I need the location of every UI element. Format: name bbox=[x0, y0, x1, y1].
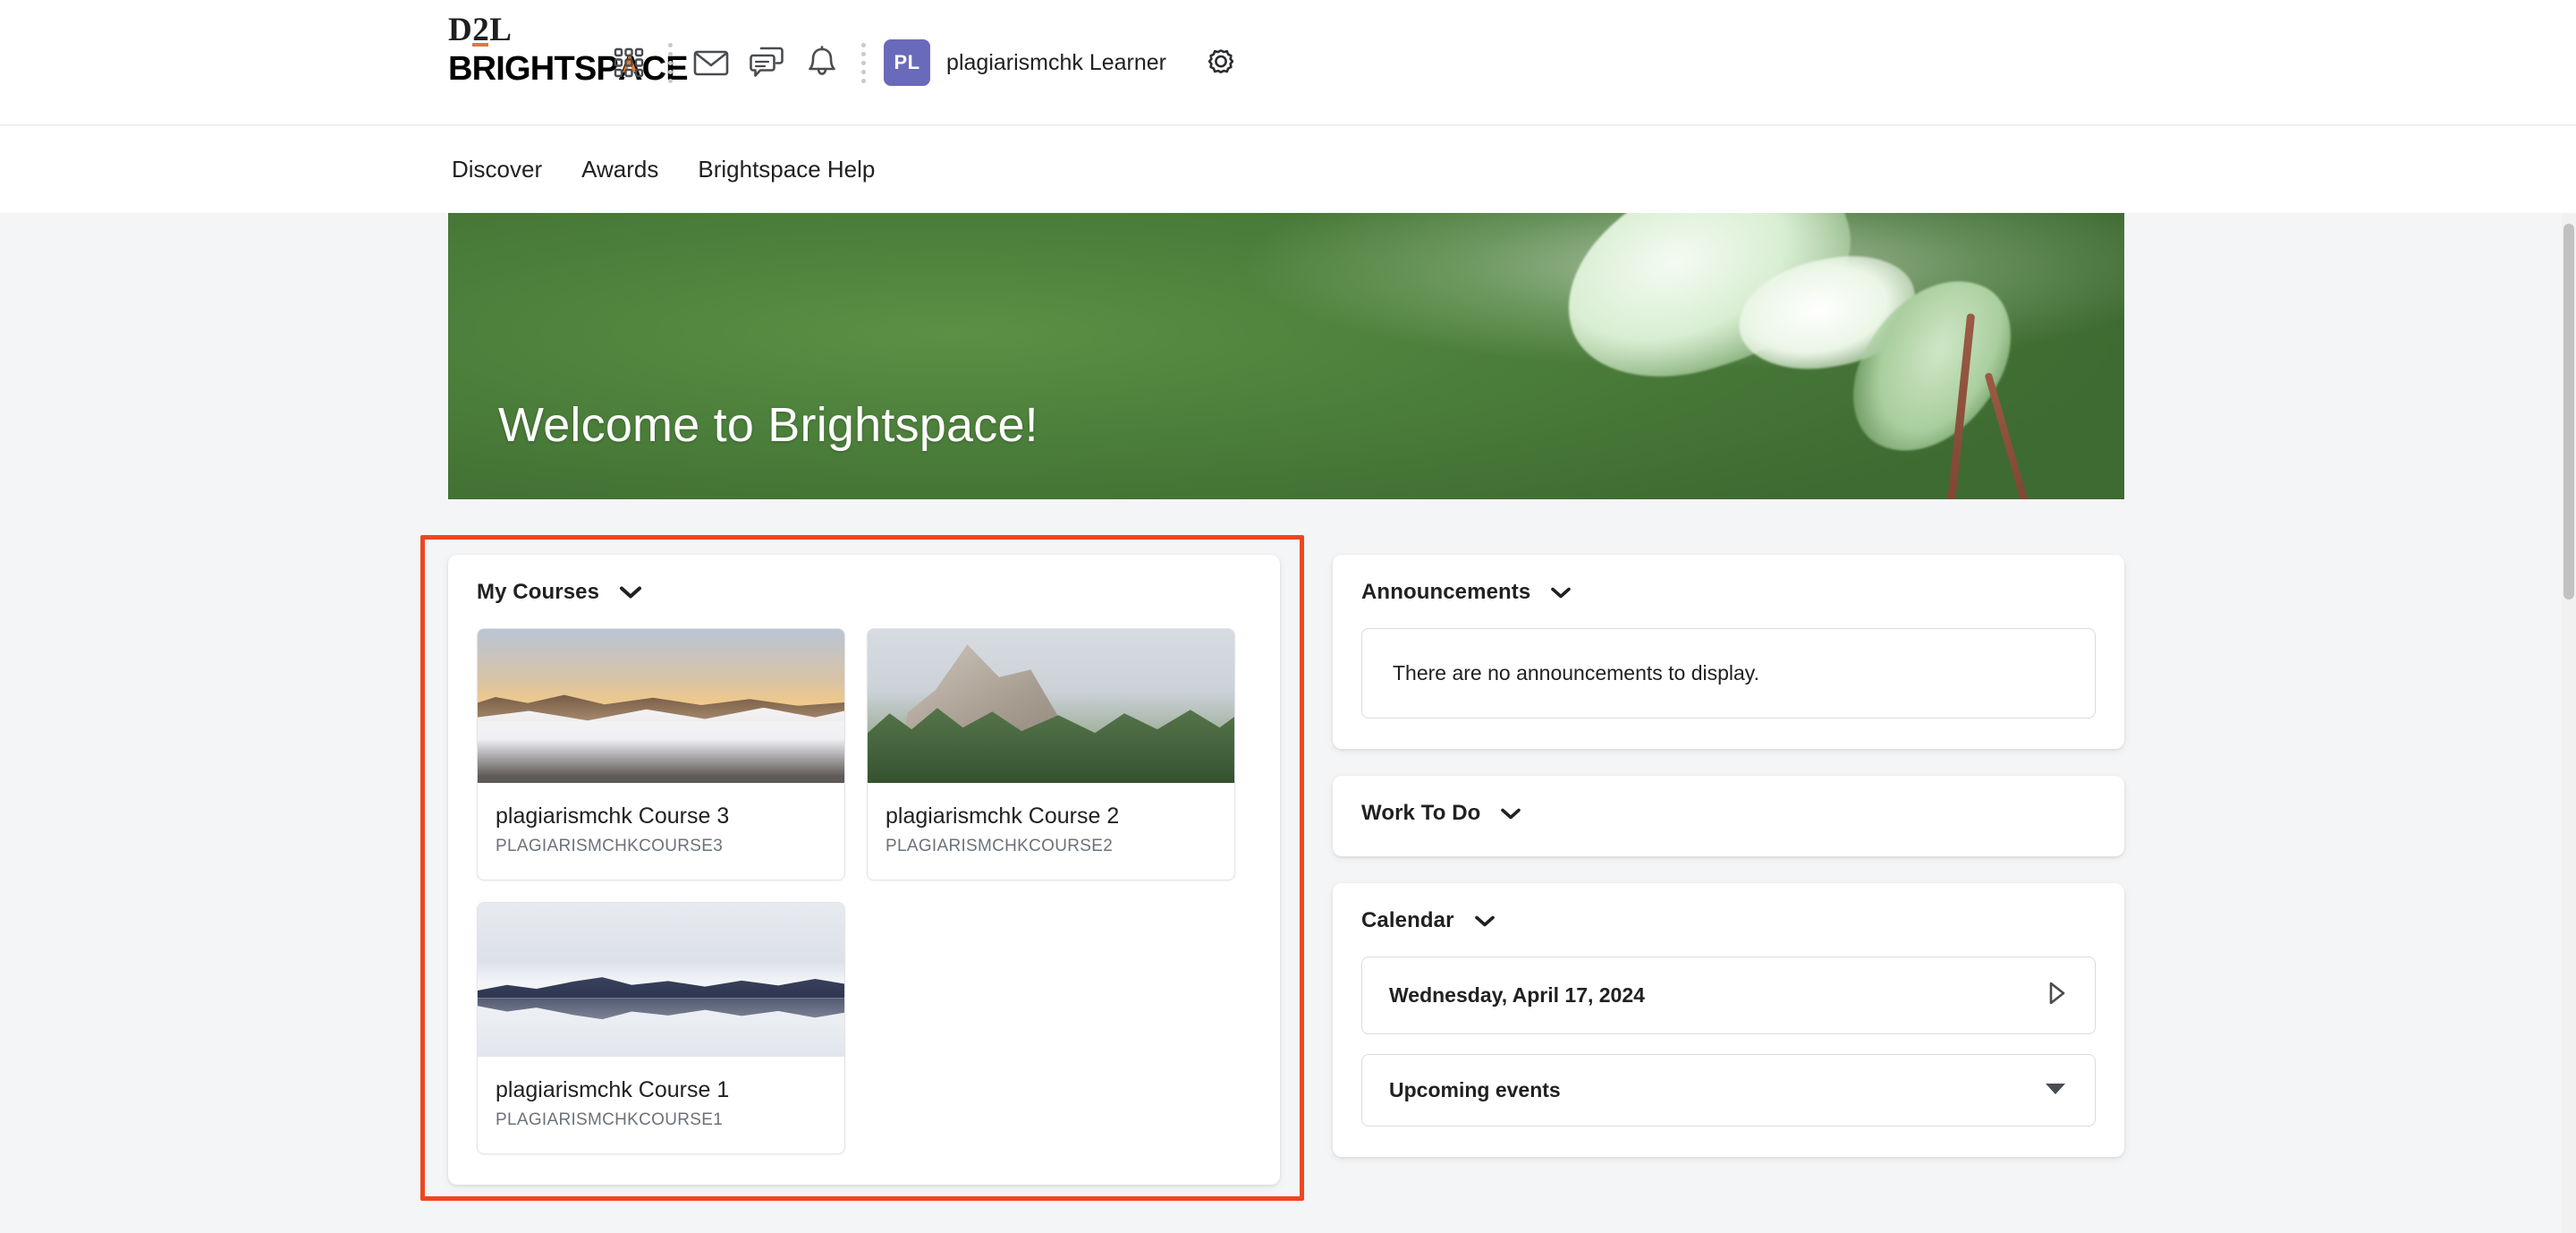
header-separator-1 bbox=[657, 40, 683, 85]
play-arrow-icon[interactable] bbox=[2046, 981, 2068, 1010]
my-courses-title: My Courses bbox=[477, 580, 600, 604]
calendar-current-date: Wednesday, April 17, 2024 bbox=[1389, 983, 1645, 1007]
announcements-header: Announcements bbox=[1361, 580, 2096, 605]
course-card[interactable]: plagiarismchk Course 2 PLAGIARISMCHKCOUR… bbox=[867, 628, 1235, 880]
nav-link-brightspace-help[interactable]: Brightspace Help bbox=[694, 150, 878, 189]
calendar-title: Calendar bbox=[1361, 908, 1454, 932]
course-card-body: plagiarismchk Course 3 PLAGIARISMCHKCOUR… bbox=[478, 783, 844, 880]
course-card-grid: plagiarismchk Course 3 PLAGIARISMCHKCOUR… bbox=[477, 628, 1251, 1154]
chevron-down-icon[interactable] bbox=[1500, 807, 1521, 821]
header-separator-2 bbox=[850, 40, 877, 85]
course-card-body: plagiarismchk Course 1 PLAGIARISMCHKCOUR… bbox=[478, 1057, 844, 1153]
course-image bbox=[868, 629, 1234, 783]
banner-stem-branch bbox=[1984, 371, 2029, 499]
chevron-down-icon[interactable] bbox=[619, 585, 642, 599]
my-courses-header: My Courses bbox=[477, 580, 1251, 605]
course-card[interactable]: plagiarismchk Course 3 PLAGIARISMCHKCOUR… bbox=[477, 628, 845, 880]
right-column: Announcements There are no announcements… bbox=[1333, 555, 2124, 1184]
page-scrollbar-thumb[interactable] bbox=[2563, 224, 2574, 599]
course-grid-spacer bbox=[867, 902, 1235, 1154]
bell-icon[interactable] bbox=[794, 35, 850, 90]
header-tools: PL plagiarismchk Learner bbox=[601, 0, 2576, 125]
course-image bbox=[478, 629, 844, 783]
waffle-menu-icon[interactable] bbox=[601, 35, 657, 90]
work-to-do-title: Work To Do bbox=[1361, 801, 1481, 825]
course-image bbox=[478, 903, 844, 1057]
banner-title: Welcome to Brightspace! bbox=[498, 398, 1038, 452]
main-navbar: Discover Awards Brightspace Help bbox=[0, 126, 2576, 213]
calendar-upcoming-events-label: Upcoming events bbox=[1389, 1078, 1561, 1101]
nav-link-awards[interactable]: Awards bbox=[578, 150, 662, 189]
top-header: D2L BRIGHTSP A CE PL plagiarismchk Learn… bbox=[0, 0, 2576, 125]
chat-bubbles-icon[interactable] bbox=[739, 35, 794, 90]
announcements-empty-message: There are no announcements to display. bbox=[1393, 661, 1759, 685]
calendar-upcoming-events-row[interactable]: Upcoming events bbox=[1361, 1054, 2096, 1127]
chevron-down-icon[interactable] bbox=[1474, 914, 1496, 928]
gear-icon[interactable] bbox=[1193, 35, 1249, 90]
calendar-widget: Calendar Wednesday, April 17, 2024 Upcom… bbox=[1333, 883, 2124, 1157]
brightspace-homepage: D2L BRIGHTSP A CE PL plagiarismchk Learn… bbox=[0, 0, 2576, 1233]
chevron-down-icon[interactable] bbox=[1550, 586, 1572, 599]
left-column: My Courses plagiarismchk Course 3 PLAGIA… bbox=[448, 555, 1280, 1212]
work-to-do-widget: Work To Do bbox=[1333, 776, 2124, 856]
announcements-widget: Announcements There are no announcements… bbox=[1333, 555, 2124, 749]
avatar[interactable]: PL bbox=[884, 39, 931, 86]
course-code: PLAGIARISMCHKCOURSE3 bbox=[496, 837, 724, 855]
envelope-icon[interactable] bbox=[683, 35, 739, 90]
course-name: plagiarismchk Course 1 bbox=[496, 1077, 730, 1102]
course-name: plagiarismchk Course 2 bbox=[886, 804, 1120, 829]
course-card-body: plagiarismchk Course 2 PLAGIARISMCHKCOUR… bbox=[868, 783, 1234, 880]
course-card[interactable]: plagiarismchk Course 1 PLAGIARISMCHKCOUR… bbox=[477, 902, 845, 1154]
my-courses-widget: My Courses plagiarismchk Course 3 PLAGIA… bbox=[448, 555, 1280, 1185]
welcome-banner: Welcome to Brightspace! bbox=[448, 213, 2124, 499]
course-code: PLAGIARISMCHKCOURSE1 bbox=[496, 1110, 724, 1129]
announcements-empty-box: There are no announcements to display. bbox=[1361, 628, 2096, 719]
announcements-title: Announcements bbox=[1361, 580, 1531, 604]
calendar-current-date-row[interactable]: Wednesday, April 17, 2024 bbox=[1361, 957, 2096, 1034]
course-code: PLAGIARISMCHKCOURSE2 bbox=[886, 837, 1114, 855]
user-name-label[interactable]: plagiarismchk Learner bbox=[946, 50, 1166, 76]
work-to-do-header: Work To Do bbox=[1361, 801, 2096, 826]
triangle-down-icon[interactable] bbox=[2043, 1079, 2068, 1101]
course-name: plagiarismchk Course 3 bbox=[496, 804, 730, 829]
nav-link-discover[interactable]: Discover bbox=[448, 150, 546, 189]
calendar-header: Calendar bbox=[1361, 908, 2096, 933]
